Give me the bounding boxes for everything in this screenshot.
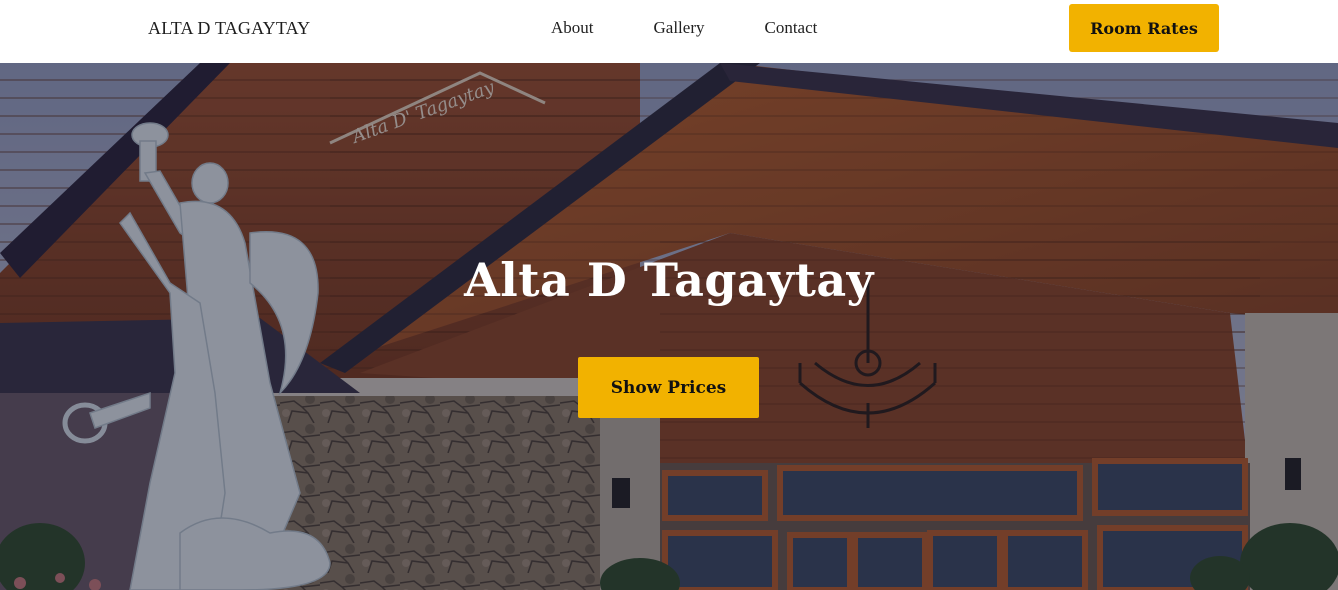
brand-logo-link[interactable]: ALTA D TAGAYTAY — [148, 18, 310, 39]
room-rates-button[interactable]: Room Rates — [1069, 4, 1219, 52]
hero-title: Alta D Tagaytay — [464, 253, 874, 307]
hero-dark-overlay — [0, 63, 1338, 590]
top-navbar: ALTA D TAGAYTAY About Gallery Contact Ro… — [0, 0, 1338, 63]
show-prices-button[interactable]: Show Prices — [578, 357, 759, 418]
nav-link-gallery[interactable]: Gallery — [654, 18, 705, 38]
hero-section: Alta D' Tagaytay Alta D Tagaytay Show Pr… — [0, 63, 1338, 590]
main-nav: About Gallery Contact — [551, 18, 817, 38]
nav-link-about[interactable]: About — [551, 18, 594, 38]
nav-link-contact[interactable]: Contact — [764, 18, 817, 38]
